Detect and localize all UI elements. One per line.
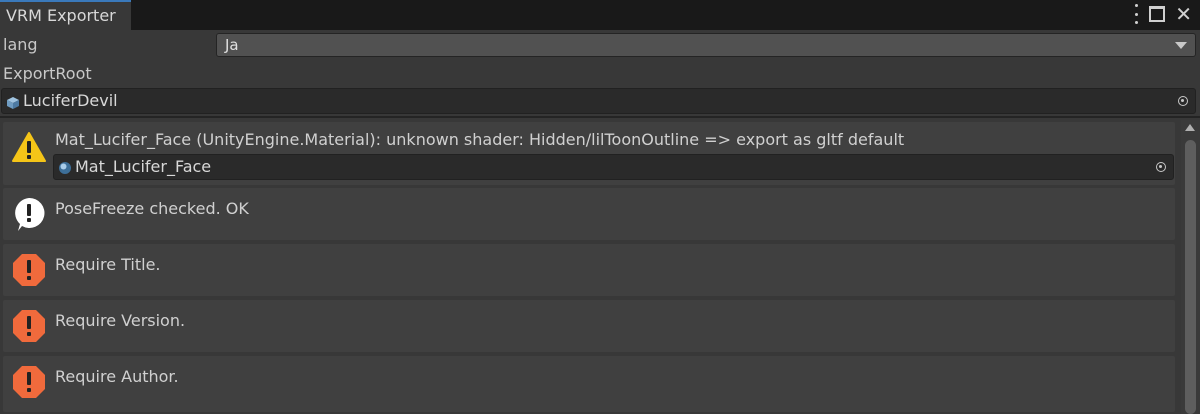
- lang-dropdown[interactable]: Ja: [216, 33, 1196, 57]
- error-icon: [12, 253, 46, 291]
- window-tab[interactable]: VRM Exporter: [0, 0, 131, 30]
- message-text: Mat_Lucifer_Face (UnityEngine.Material):…: [55, 130, 905, 149]
- window-tab-title: VRM Exporter: [6, 6, 116, 25]
- maximize-icon[interactable]: [1149, 6, 1166, 22]
- message-text: PoseFreeze checked. OK: [55, 199, 249, 218]
- material-sphere-icon: [58, 160, 72, 179]
- error-message-author: Require Author.: [3, 356, 1175, 412]
- error-message-version: Require Version.: [3, 300, 1175, 352]
- chevron-down-icon: [1175, 42, 1187, 49]
- prefab-cube-icon: [6, 95, 20, 114]
- error-icon: [12, 309, 46, 347]
- scrollbar-thumb[interactable]: [1185, 140, 1196, 414]
- error-message-title: Require Title.: [3, 244, 1175, 296]
- warning-message: Mat_Lucifer_Face (UnityEngine.Material):…: [3, 122, 1175, 185]
- window-buttons: ✕: [1133, 4, 1192, 24]
- material-field[interactable]: Mat_Lucifer_Face: [53, 154, 1174, 180]
- lang-label: lang: [3, 35, 38, 54]
- error-icon: [12, 365, 46, 403]
- info-icon: [12, 196, 46, 236]
- message-text: Require Version.: [55, 311, 186, 330]
- export-root-value: LuciferDevil: [23, 91, 118, 110]
- warning-icon: [12, 131, 46, 167]
- window-titlebar: VRM Exporter ✕: [0, 0, 1200, 30]
- vertical-scrollbar[interactable]: [1181, 120, 1200, 414]
- export-root-field[interactable]: LuciferDevil: [1, 88, 1196, 114]
- object-picker-icon[interactable]: [1149, 155, 1173, 179]
- info-message: PoseFreeze checked. OK: [3, 188, 1175, 240]
- material-field-value: Mat_Lucifer_Face: [75, 157, 212, 176]
- lang-value: Ja: [225, 36, 239, 54]
- divider: [0, 116, 1200, 118]
- message-text: Require Title.: [55, 255, 161, 274]
- message-text: Require Author.: [55, 367, 179, 386]
- object-picker-icon[interactable]: [1171, 89, 1195, 113]
- kebab-menu-icon[interactable]: [1133, 4, 1139, 24]
- scroll-up-arrow-icon[interactable]: [1185, 124, 1195, 131]
- export-root-label: ExportRoot: [3, 64, 92, 83]
- close-icon[interactable]: ✕: [1175, 4, 1192, 24]
